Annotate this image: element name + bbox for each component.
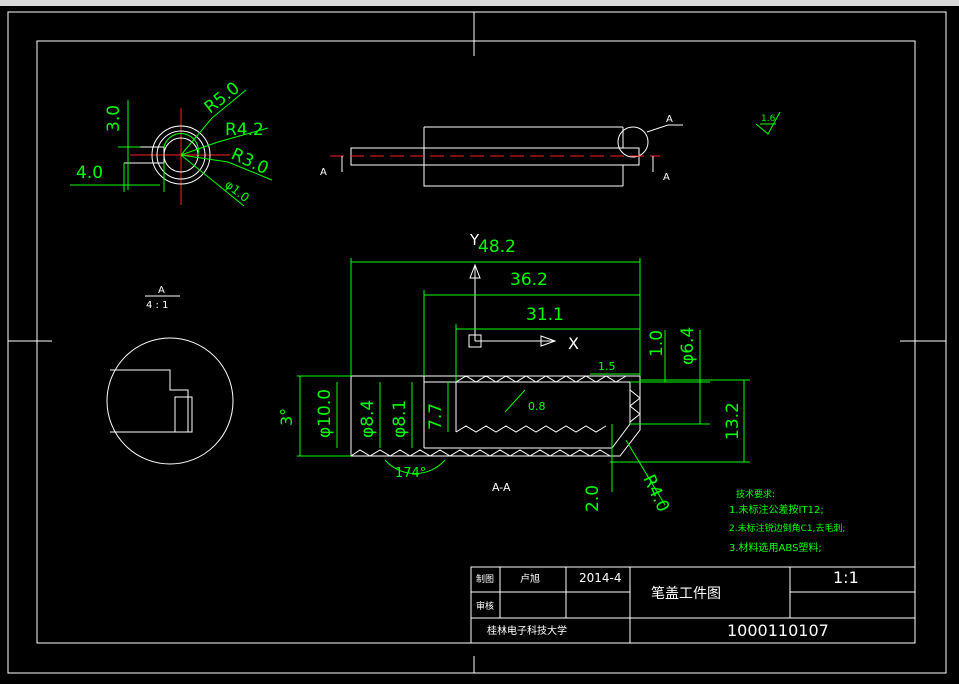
dim-phi10-0: φ10.0 bbox=[315, 389, 335, 438]
dim-r5-0: R5.0 bbox=[201, 78, 244, 118]
cad-drawing-canvas[interactable]: 3.0 4.0 R5.0 R4.2 R3.0 φ1.0 A A A 1.6 A … bbox=[0, 0, 959, 684]
section-mark-left: A bbox=[320, 167, 327, 178]
sheet-border bbox=[7, 11, 947, 674]
section-mark-detail: A bbox=[666, 114, 673, 125]
roughness-value: 1.6 bbox=[761, 114, 776, 124]
dim-4-0: 4.0 bbox=[76, 163, 103, 183]
detail-label: A bbox=[158, 285, 165, 296]
technical-requirements: 技术要求: 1.未标注公差按IT12; 2.未标注锐边倒角C1,去毛刺; 3.材… bbox=[729, 488, 846, 554]
dim-phi6-4: φ6.4 bbox=[678, 327, 698, 365]
dim-48-2: 48.2 bbox=[478, 237, 516, 257]
surface-roughness-symbol: 1.6 bbox=[755, 111, 781, 135]
tb-school: 桂林电子科技大学 bbox=[487, 624, 567, 637]
dim-phi8-1: φ8.1 bbox=[390, 400, 410, 438]
dim-3-0: 3.0 bbox=[104, 105, 124, 132]
dim-phi8-4: φ8.4 bbox=[358, 400, 378, 438]
section-mark-right: A bbox=[663, 172, 670, 183]
dim-174-deg: 174° bbox=[395, 466, 426, 481]
tech-note-3: 3.材料选用ABS塑料; bbox=[729, 541, 822, 554]
dim-13-2: 13.2 bbox=[723, 402, 743, 440]
dim-36-2: 36.2 bbox=[510, 270, 548, 290]
tech-notes-title: 技术要求: bbox=[736, 488, 775, 500]
tb-date: 2014-4 bbox=[579, 571, 622, 585]
dim-1-5: 1.5 bbox=[598, 360, 616, 373]
dim-1-0: 1.0 bbox=[647, 330, 667, 357]
tb-row1-label: 制图 bbox=[476, 573, 494, 585]
tb-drawing-number: 1000110107 bbox=[727, 621, 829, 640]
section-view-a-a: Y X 48.2 36.2 31.1 1.0 φ6.4 1.5 φ10.0 φ8… bbox=[277, 231, 750, 515]
side-view: A A A bbox=[320, 114, 683, 187]
dim-31-1: 31.1 bbox=[526, 305, 564, 325]
top-end-view: 3.0 4.0 R5.0 R4.2 R3.0 φ1.0 bbox=[70, 78, 273, 207]
dim-7-7: 7.7 bbox=[426, 403, 446, 430]
dim-r4-2: R4.2 bbox=[225, 120, 264, 140]
tech-note-2: 2.未标注锐边倒角C1,去毛刺; bbox=[729, 522, 846, 534]
detail-scale: 4 : 1 bbox=[146, 300, 168, 311]
dim-r3-0: R3.0 bbox=[228, 144, 272, 179]
dim-0-8: 0.8 bbox=[528, 400, 546, 413]
detail-view: A 4 : 1 bbox=[106, 285, 234, 465]
tb-row2-label: 审核 bbox=[476, 600, 494, 612]
axis-label-x: X bbox=[568, 334, 579, 353]
title-block: 制图 卢旭 2014-4 笔盖工件图 1:1 审核 桂林电子科技大学 10001… bbox=[470, 566, 916, 644]
tb-drawing-title: 笔盖工件图 bbox=[651, 586, 721, 602]
tech-note-1: 1.未标注公差按IT12; bbox=[729, 503, 824, 516]
tb-scale: 1:1 bbox=[833, 568, 859, 587]
tb-designer: 卢旭 bbox=[520, 572, 540, 585]
section-label-a-a: A-A bbox=[492, 481, 511, 494]
dim-3-deg: 3° bbox=[277, 408, 296, 426]
dim-2-0: 2.0 bbox=[583, 485, 603, 512]
dim-r4-0: R4.0 bbox=[638, 472, 673, 516]
